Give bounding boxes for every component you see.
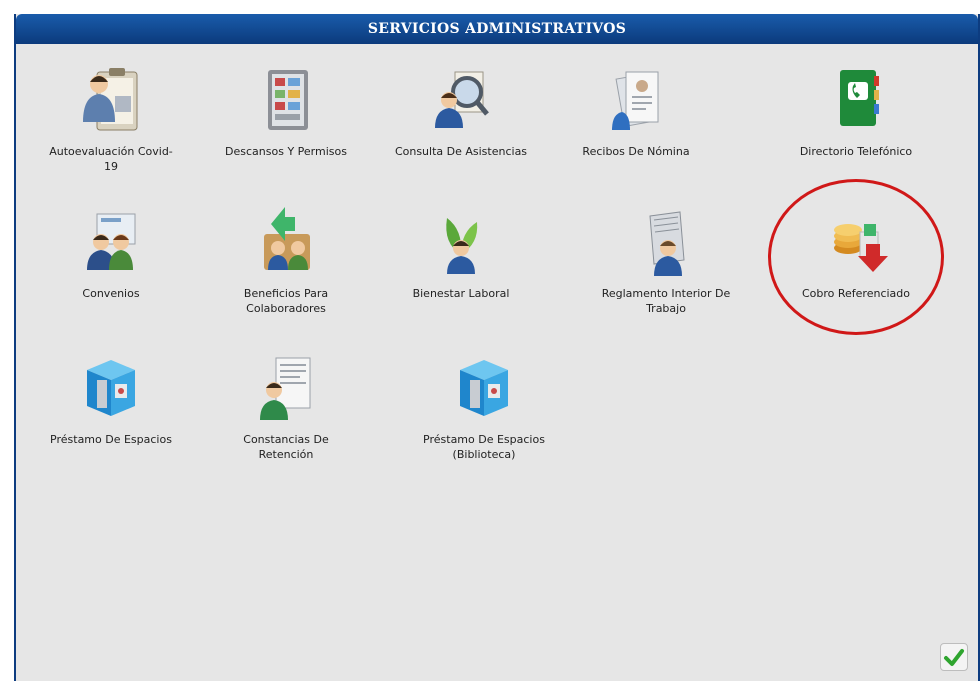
service-label: Préstamo De Espacios: [50, 433, 172, 446]
service-label: Descansos Y Permisos: [225, 145, 347, 158]
service-directorio-telefonico[interactable]: Directorio Telefónico: [771, 62, 941, 159]
coins-payment-icon: [834, 224, 888, 272]
calendar-board-icon: [268, 70, 308, 130]
benefits-icon: [264, 207, 310, 270]
confirm-button[interactable]: [940, 643, 968, 671]
service-label: Autoevaluación Covid- 19: [49, 145, 173, 173]
service-autoevaluacion-covid[interactable]: Autoevaluación Covid- 19: [26, 62, 196, 174]
service-label: Préstamo De Espacios (Biblioteca): [423, 433, 545, 461]
service-label: Consulta De Asistencias: [394, 145, 528, 158]
wellness-icon: [446, 218, 478, 274]
service-prestamo-espacios-biblioteca[interactable]: Préstamo De Espacios (Biblioteca): [399, 350, 569, 462]
panel-title: SERVICIOS ADMINISTRATIVOS: [16, 14, 978, 44]
service-label: Bienestar Laboral: [412, 287, 510, 300]
services-panel: SERVICIOS ADMINISTRATIVOS Autoevaluación…: [14, 14, 980, 681]
checkmark-icon: [944, 649, 964, 666]
service-prestamo-espacios[interactable]: Préstamo De Espacios: [26, 350, 196, 447]
service-descansos-permisos[interactable]: Descansos Y Permisos: [201, 62, 371, 159]
magnifier-person-icon: [435, 71, 489, 128]
service-label: Reglamento Interior De Trabajo: [601, 287, 731, 315]
clipboard-doctor-icon: [83, 68, 138, 131]
partners-icon: [87, 213, 136, 270]
service-label: Beneficios Para Colaboradores: [243, 287, 329, 315]
payslip-documents-icon: [612, 71, 659, 130]
service-consulta-asistencias[interactable]: Consulta De Asistencias: [376, 62, 546, 159]
service-label: Recibos De Nómina: [582, 145, 690, 158]
space-cube-library-icon: [460, 360, 508, 416]
service-label: Cobro Referenciado: [801, 287, 911, 300]
space-cube-icon: [87, 360, 135, 416]
service-recibos-nomina[interactable]: Recibos De Nómina: [551, 62, 721, 159]
certificate-person-icon: [260, 357, 311, 420]
service-reglamento-interior[interactable]: Reglamento Interior De Trabajo: [581, 204, 751, 316]
service-cobro-referenciado[interactable]: Cobro Referenciado: [771, 204, 941, 301]
phone-book-icon: [840, 70, 879, 126]
service-constancias-retencion[interactable]: Constancias De Retención: [201, 350, 371, 462]
regulation-book-icon: [649, 211, 685, 276]
service-label: Directorio Telefónico: [799, 145, 913, 158]
service-label: Convenios: [82, 287, 140, 300]
service-label: Constancias De Retención: [243, 433, 329, 461]
service-convenios[interactable]: Convenios: [26, 204, 196, 301]
service-bienestar-laboral[interactable]: Bienestar Laboral: [376, 204, 546, 301]
service-beneficios-colaboradores[interactable]: Beneficios Para Colaboradores: [201, 204, 371, 316]
